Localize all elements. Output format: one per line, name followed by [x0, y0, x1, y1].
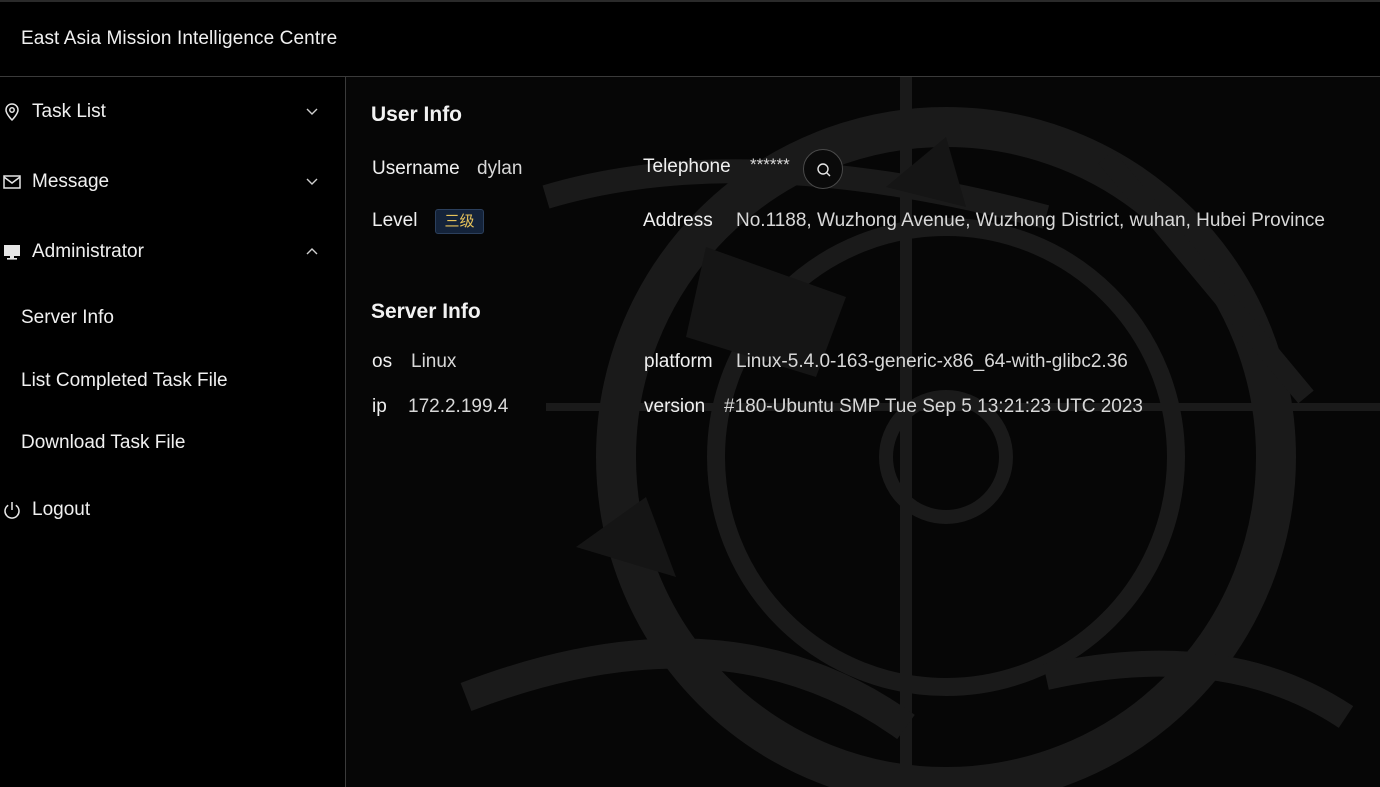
sidebar-subitem-list-completed-task-file[interactable]: List Completed Task File — [0, 359, 345, 403]
app-title: East Asia Mission Intelligence Centre — [21, 28, 338, 49]
platform-value: Linux-5.4.0-163-generic-x86_64-with-glib… — [736, 351, 1128, 372]
chevron-down-icon — [306, 108, 318, 115]
os-value: Linux — [411, 351, 457, 372]
sidebar-item-administrator[interactable]: Administrator — [0, 230, 345, 274]
ip-value: 172.2.199.4 — [408, 396, 509, 417]
version-label: version — [644, 396, 706, 417]
version-value: #180-Ubuntu SMP Tue Sep 5 13:21:23 UTC 2… — [724, 396, 1143, 417]
username-value: dylan — [477, 158, 523, 179]
mail-icon — [3, 175, 21, 189]
sidebar-item-message[interactable]: Message — [0, 160, 345, 204]
sidebar-subitem-server-info[interactable]: Server Info — [0, 296, 345, 340]
platform-label: platform — [644, 351, 713, 372]
address-value: No.1188, Wuzhong Avenue, Wuzhong Distric… — [736, 210, 1325, 231]
sidebar-subitem-label: Download Task File — [21, 432, 186, 453]
sidebar-item-label: Logout — [32, 499, 91, 520]
main-content: User Info Username dylan Telephone *****… — [346, 77, 1380, 787]
sidebar-item-label: Message — [32, 171, 110, 192]
monitor-icon — [4, 245, 20, 260]
reveal-telephone-button[interactable] — [803, 149, 843, 189]
server-info-title: Server Info — [371, 300, 481, 323]
sidebar-item-label: Administrator — [32, 241, 144, 262]
level-badge: 三级 — [435, 209, 484, 234]
username-label: Username — [372, 158, 460, 179]
power-icon — [4, 502, 20, 519]
telephone-label: Telephone — [643, 156, 731, 177]
ip-label: ip — [372, 396, 387, 417]
telephone-value: ****** — [750, 155, 790, 174]
os-label: os — [372, 351, 393, 372]
chevron-up-icon — [306, 248, 318, 255]
address-label: Address — [643, 210, 713, 231]
sidebar-subitem-download-task-file[interactable]: Download Task File — [0, 421, 345, 465]
sidebar-subitem-label: Server Info — [21, 307, 114, 328]
sidebar-item-logout[interactable]: Logout — [0, 488, 345, 532]
sidebar-subitem-label: List Completed Task File — [21, 370, 228, 391]
sidebar: Task List Message Administrator Server I… — [0, 77, 346, 787]
background-artwork — [460, 77, 1380, 787]
search-icon — [817, 163, 831, 177]
chevron-down-icon — [306, 178, 318, 185]
location-pin-icon — [5, 103, 19, 122]
level-label: Level — [372, 210, 418, 231]
user-info-title: User Info — [371, 103, 463, 126]
sidebar-item-label: Task List — [32, 101, 106, 122]
sidebar-item-task-list[interactable]: Task List — [0, 90, 345, 134]
top-bar: East Asia Mission Intelligence Centre — [0, 0, 1380, 77]
